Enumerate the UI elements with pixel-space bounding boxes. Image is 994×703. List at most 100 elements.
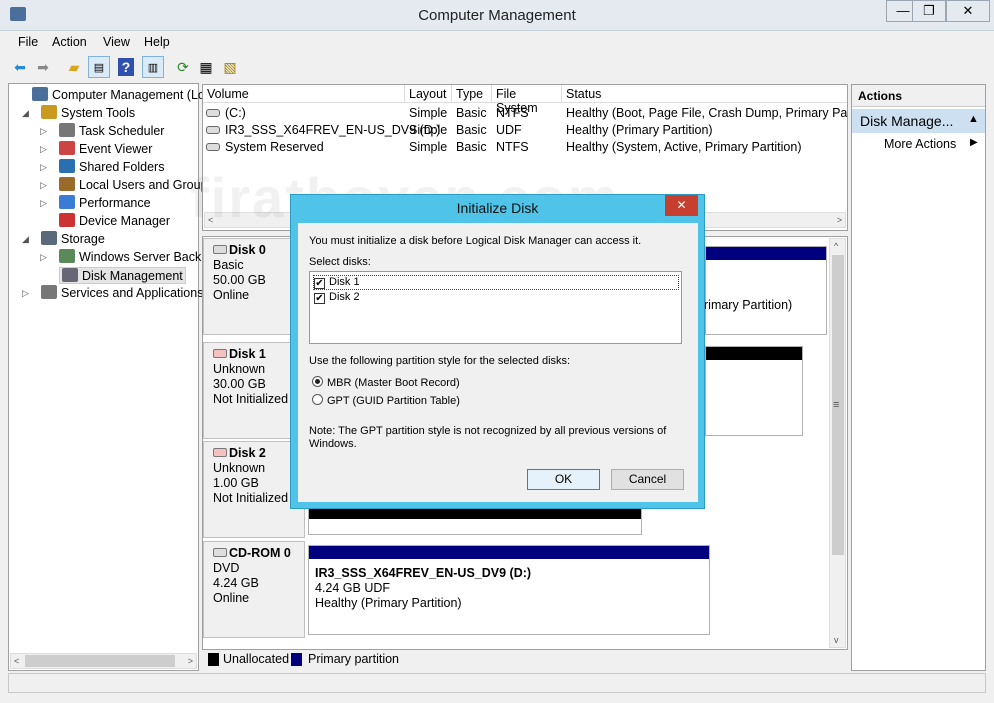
- tree-horizontal-scrollbar[interactable]: < >: [10, 653, 197, 669]
- actions-pane: Actions Disk Manage... ▲ More Actions ▶: [851, 84, 986, 671]
- drive-icon: [206, 109, 220, 117]
- tree-item-task-scheduler[interactable]: Task Scheduler: [59, 123, 164, 138]
- column-status[interactable]: Status: [562, 85, 847, 103]
- volume-cell[interactable]: Healthy (Boot, Page File, Crash Dump, Pr…: [566, 106, 847, 120]
- tree-item-system-tools[interactable]: System Tools: [41, 105, 135, 120]
- collapse-arrow-icon[interactable]: ◢: [22, 234, 29, 245]
- volume-cell[interactable]: NTFS: [496, 140, 529, 154]
- gpt-radio[interactable]: [312, 394, 323, 405]
- up-folder-icon[interactable]: ▰: [63, 56, 85, 78]
- menu-file[interactable]: File: [18, 35, 38, 49]
- dialog-intro: You must initialize a disk before Logica…: [309, 235, 642, 247]
- mbr-radio[interactable]: [312, 376, 323, 387]
- volume-cell[interactable]: Simple: [409, 106, 447, 120]
- scroll-left-icon[interactable]: <: [14, 656, 19, 666]
- collapse-up-icon[interactable]: ▲: [968, 113, 979, 125]
- mbr-option[interactable]: MBR (Master Boot Record): [312, 376, 460, 389]
- disk-1-item[interactable]: ✔ Disk 1: [313, 275, 679, 290]
- disk-2-unallocated[interactable]: [308, 505, 642, 535]
- disk-2-item[interactable]: ✔ Disk 2: [313, 291, 360, 306]
- gpt-option[interactable]: GPT (GUID Partition Table): [312, 394, 460, 407]
- expand-arrow-icon[interactable]: ▷: [40, 162, 47, 173]
- tree-item-storage[interactable]: Storage: [41, 231, 105, 246]
- volume-cell[interactable]: NTFS: [496, 106, 529, 120]
- disk-2-label: Disk 2: [329, 291, 360, 303]
- tree-item-services-and-applications[interactable]: Services and Applications: [41, 285, 203, 300]
- disk-2-checkbox[interactable]: ✔: [314, 293, 325, 304]
- column-type[interactable]: Type: [452, 85, 492, 103]
- disk-name: CD-ROM 0: [229, 546, 291, 560]
- column-file-system[interactable]: File System: [492, 85, 562, 115]
- volume-cell[interactable]: Basic: [456, 123, 487, 137]
- tree-node-icon: [41, 105, 57, 119]
- volume-cell[interactable]: Simple: [409, 140, 447, 154]
- gpt-note: Note: The GPT partition style is not rec…: [309, 425, 667, 450]
- volume-cell[interactable]: UDF: [496, 123, 522, 137]
- toolbar: ⬅ ➡ ▰ ▤ ? ▥ ⟳ ▦ ▧: [0, 54, 994, 80]
- disk-size: 1.00 GB: [213, 476, 259, 490]
- cdrom-0-partition[interactable]: IR3_SSS_X64FREV_EN-US_DV9 (D:) 4.24 GB UD…: [308, 545, 710, 635]
- disk-state: Not Initialized: [213, 392, 289, 406]
- expand-arrow-icon[interactable]: ▷: [40, 252, 47, 263]
- tree-node-icon: [41, 231, 57, 245]
- volume-cell[interactable]: Healthy (Primary Partition): [566, 123, 713, 137]
- cancel-button[interactable]: Cancel: [611, 469, 684, 490]
- menu-help[interactable]: Help: [144, 35, 170, 49]
- disk-1-label: Disk 1: [329, 276, 360, 288]
- disk-1-unallocated[interactable]: [705, 346, 803, 436]
- volume-cell[interactable]: Simple: [409, 123, 447, 137]
- tree-item-performance[interactable]: Performance: [59, 195, 151, 210]
- expand-arrow-icon[interactable]: ▷: [40, 198, 47, 209]
- tree-node-icon: [59, 141, 75, 155]
- disk-type: Unknown: [213, 461, 266, 475]
- disk-icon: [213, 245, 227, 254]
- status-bar: [8, 673, 986, 693]
- tree-item-computer-management-local[interactable]: Computer Management (Local: [32, 87, 221, 102]
- close-button[interactable]: ✕: [946, 0, 990, 22]
- more-actions[interactable]: More Actions: [884, 137, 956, 151]
- scroll-right-icon[interactable]: >: [188, 656, 193, 666]
- tree-item-event-viewer[interactable]: Event Viewer: [59, 141, 152, 156]
- expand-arrow-icon[interactable]: ▷: [40, 126, 47, 137]
- menu-view[interactable]: View: [103, 35, 130, 49]
- forward-icon[interactable]: ➡: [32, 56, 54, 78]
- menu-action[interactable]: Action: [52, 35, 87, 49]
- tree-item-device-manager[interactable]: Device Manager: [59, 213, 170, 228]
- tree-node-icon: [59, 249, 75, 263]
- expand-arrow-icon[interactable]: ▷: [40, 144, 47, 155]
- expand-arrow-icon[interactable]: ▷: [40, 180, 47, 191]
- cdrom-icon: [213, 548, 227, 557]
- scroll-thumb[interactable]: [25, 655, 175, 667]
- tree-item-shared-folders[interactable]: Shared Folders: [59, 159, 164, 174]
- refresh-icon[interactable]: ⟳: [172, 56, 194, 78]
- actions-section-disk-management[interactable]: Disk Manage... ▲: [852, 109, 985, 133]
- column-volume[interactable]: Volume: [203, 85, 405, 103]
- help-icon[interactable]: ?: [118, 58, 134, 76]
- dialog-close-button[interactable]: ✕: [665, 195, 698, 216]
- tree-item-label: Windows Server Backup: [79, 250, 216, 264]
- volume-cell[interactable]: (C:): [225, 106, 246, 120]
- volume-cell[interactable]: Basic: [456, 140, 487, 154]
- disk-1-checkbox[interactable]: ✔: [314, 278, 325, 289]
- disk-label-cd-rom-0[interactable]: CD-ROM 0 DVD 4.24 GB Online: [203, 541, 305, 638]
- back-icon[interactable]: ⬅: [9, 56, 31, 78]
- initialize-disk-dialog: Initialize Disk ✕ You must initialize a …: [290, 194, 705, 509]
- tree-item-windows-server-backup[interactable]: Windows Server Backup: [59, 249, 215, 264]
- disk-0-partition[interactable]: rimary Partition): [704, 246, 827, 335]
- show-hide-console-tree-icon[interactable]: ▤: [88, 56, 110, 78]
- column-layout[interactable]: Layout: [405, 85, 452, 103]
- disk-type: DVD: [213, 561, 240, 575]
- tree-item-label: Performance: [79, 196, 151, 210]
- volume-cell[interactable]: Healthy (System, Active, Primary Partiti…: [566, 140, 801, 154]
- volume-cell[interactable]: Basic: [456, 106, 487, 120]
- volume-cell[interactable]: System Reserved: [225, 140, 324, 154]
- show-hide-action-pane-icon[interactable]: ▥: [142, 56, 164, 78]
- tree-item-disk-management[interactable]: Disk Management: [59, 267, 186, 284]
- properties-icon[interactable]: ▦: [195, 56, 217, 78]
- ok-button[interactable]: OK: [527, 469, 600, 490]
- expand-arrow-icon[interactable]: ▷: [22, 288, 29, 299]
- disk-vertical-scrollbar[interactable]: ^ ≡ v: [829, 238, 846, 648]
- collapse-arrow-icon[interactable]: ◢: [22, 108, 29, 119]
- maximize-button[interactable]: ❐: [912, 0, 946, 22]
- export-icon[interactable]: ▧: [219, 56, 241, 78]
